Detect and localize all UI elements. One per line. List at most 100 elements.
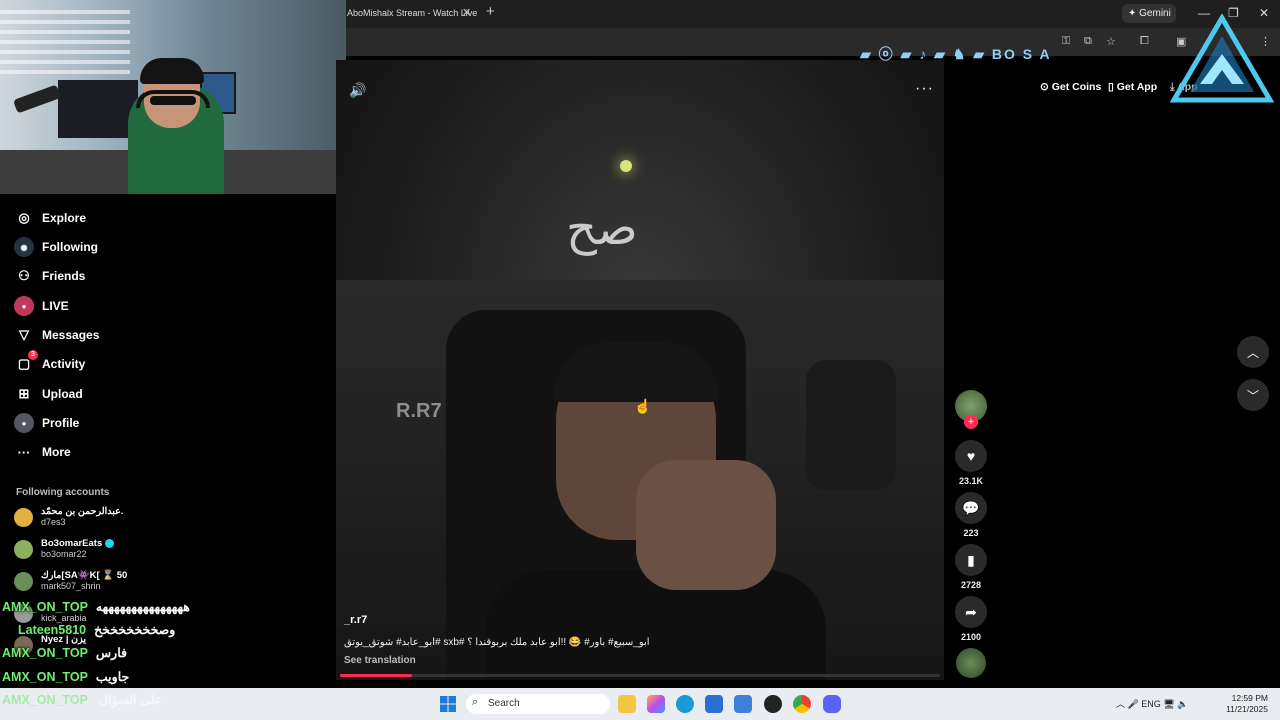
chat-message: على السؤال <box>99 693 163 707</box>
taskbar-search-input[interactable]: Search <box>466 694 610 714</box>
chat-line: AMX_ON_TOP هههههههههههههههه <box>2 599 190 614</box>
upload-icon: ⊞ <box>18 386 30 401</box>
sidebar-item-live[interactable]: ● LIVE <box>14 295 69 317</box>
see-translation-link[interactable]: See translation <box>344 655 416 666</box>
sidebar-item-more[interactable]: ··· More <box>14 441 71 463</box>
discord-icon[interactable] <box>823 695 841 713</box>
get-app-button[interactable]: ▯ Get App <box>1108 81 1157 93</box>
volume-icon[interactable]: 🔊 <box>349 82 366 99</box>
chat-username: Lateen5810 <box>18 623 87 637</box>
sidebar-item-friends[interactable]: ⚇ Friends <box>14 265 85 287</box>
system-tray[interactable]: ︿ 🎤 ENG 🖥 🔈 <box>1116 697 1188 710</box>
chat-line: Lateen5810 وصخخخخخخخخ <box>18 622 175 637</box>
taskbar-clock[interactable]: 12:59 PM 11/21/2025 <box>1224 693 1268 715</box>
sidebar-item-label: More <box>42 445 71 459</box>
sidebar-item-label: Profile <box>42 416 80 430</box>
search-icon: ⌕ <box>472 696 479 708</box>
account-name: Bo3omarEats <box>41 538 115 549</box>
video-author[interactable]: _r.r7 <box>344 614 367 626</box>
chat-message: جاويب <box>95 670 130 684</box>
copilot-icon[interactable] <box>647 695 665 713</box>
like-count: 23.1K <box>958 476 984 486</box>
activity-icon: ▢ 3 <box>14 350 38 374</box>
sidebar-item-following[interactable]: ◉ Following <box>14 236 98 258</box>
account-name: عبدالرحمن بن محمّد. <box>41 506 124 517</box>
gemini-button[interactable]: ✦ Gemini <box>1122 4 1176 23</box>
avatar <box>14 540 33 559</box>
like-heart-icon[interactable]: ♥ <box>955 440 987 472</box>
sidebar-item-profile[interactable]: ● Profile <box>14 412 79 434</box>
video-progress-track[interactable] <box>340 674 940 677</box>
follow-plus-icon[interactable]: + <box>964 415 978 429</box>
edge-browser-icon[interactable] <box>676 695 694 713</box>
sidebar-item-label: Following <box>42 240 98 254</box>
video-player[interactable]: صح R.R7 <box>336 60 944 680</box>
chat-username: AMX_ON_TOP <box>2 670 88 684</box>
webcam-overlay <box>0 0 346 194</box>
compass-icon: ◎ <box>18 210 30 225</box>
chat-line: AMX_ON_TOP على السؤال <box>2 692 162 707</box>
windows-taskbar <box>0 688 1280 720</box>
stream-logo-icon <box>1170 14 1274 103</box>
activity-badge: 3 <box>28 350 38 360</box>
get-coins-button[interactable]: ⊙ Get Coins <box>1040 81 1101 93</box>
bookmark-icon[interactable]: ▮ <box>955 544 987 576</box>
previous-video-chevron-up-icon[interactable]: ︿ <box>1237 336 1269 368</box>
sidebar-item-label: LIVE <box>42 299 69 313</box>
video-watermark: R.R7 <box>396 400 442 422</box>
chat-line: AMX_ON_TOP فارس <box>2 645 127 660</box>
share-count: 2100 <box>960 632 982 642</box>
store-icon[interactable] <box>705 695 723 713</box>
chrome-icon[interactable] <box>793 695 811 713</box>
mouse-cursor-icon: ☝ <box>634 398 652 414</box>
new-tab-button[interactable]: + <box>486 3 495 20</box>
share-icon[interactable]: ➦ <box>955 596 987 628</box>
clock-time: 12:59 PM <box>1231 693 1268 703</box>
clock-date: 11/21/2025 <box>1226 704 1268 714</box>
comment-count: 223 <box>963 528 979 538</box>
account-username: bo3omar22 <box>41 549 87 559</box>
sidebar-item-activity[interactable]: ▢ 3 Activity <box>14 350 86 375</box>
tab-close-icon[interactable]: ✕ <box>462 6 471 19</box>
comment-icon[interactable]: 💬 <box>955 492 987 524</box>
account-username: mark507_shrin <box>41 581 101 591</box>
sidebar-item-label: Messages <box>42 328 100 342</box>
video-overlay-text: صح <box>566 200 638 256</box>
verified-badge-icon <box>105 538 115 548</box>
sidebar-item-upload[interactable]: ⊞ Upload <box>14 383 83 405</box>
file-explorer-icon[interactable] <box>618 695 636 713</box>
windows-start-icon[interactable] <box>440 696 456 712</box>
following-accounts-title: Following accounts <box>16 487 110 498</box>
more-icon: ··· <box>17 444 31 460</box>
sidebar-item-label: Upload <box>42 387 83 401</box>
sidebar-item-label: Explore <box>42 211 87 225</box>
following-avatar-icon: ◉ <box>14 237 34 257</box>
friends-icon: ⚇ <box>18 268 30 283</box>
obs-icon[interactable] <box>764 695 782 713</box>
stream-social-strip: ▰ ⓞ ▰ ♪ ▰ ♞ ▰ BO S A <box>860 46 1052 62</box>
chat-username: AMX_ON_TOP <box>2 693 88 707</box>
sidebar-item-label: Activity <box>42 357 86 371</box>
sidebar-item-label: Friends <box>42 269 86 283</box>
account-name: مارك[SA👾K[ ⌛ 50 <box>41 570 128 581</box>
video-caption: ابو_عابد# شوتق_يوتق# sxb# ابو_سبيع# باور… <box>344 637 650 648</box>
save-count: 2728 <box>960 580 982 590</box>
chat-username: AMX_ON_TOP <box>2 646 88 660</box>
browser-tab[interactable]: AboMishalx Stream - Watch Live <box>346 2 480 26</box>
profile-avatar-icon: ● <box>14 413 34 433</box>
avatar <box>14 508 33 527</box>
sidebar-item-explore[interactable]: ◎ Explore <box>14 207 86 229</box>
live-avatar-icon: ● <box>14 296 34 316</box>
chat-username: AMX_ON_TOP <box>2 600 88 614</box>
chat-message: فارس <box>95 646 127 660</box>
outlook-icon[interactable] <box>734 695 752 713</box>
next-video-chevron-down-icon[interactable]: ﹀ <box>1237 379 1269 411</box>
account-username: d7es3 <box>41 517 66 527</box>
sidebar-item-messages[interactable]: ▽ Messages <box>14 324 99 346</box>
music-disc-icon[interactable] <box>956 648 986 678</box>
video-more-options[interactable]: ··· <box>915 80 934 98</box>
messages-icon: ▽ <box>19 327 29 342</box>
avatar <box>14 572 33 591</box>
chat-message: وصخخخخخخخخ <box>94 623 176 637</box>
chat-line: AMX_ON_TOP جاويب <box>2 669 129 684</box>
